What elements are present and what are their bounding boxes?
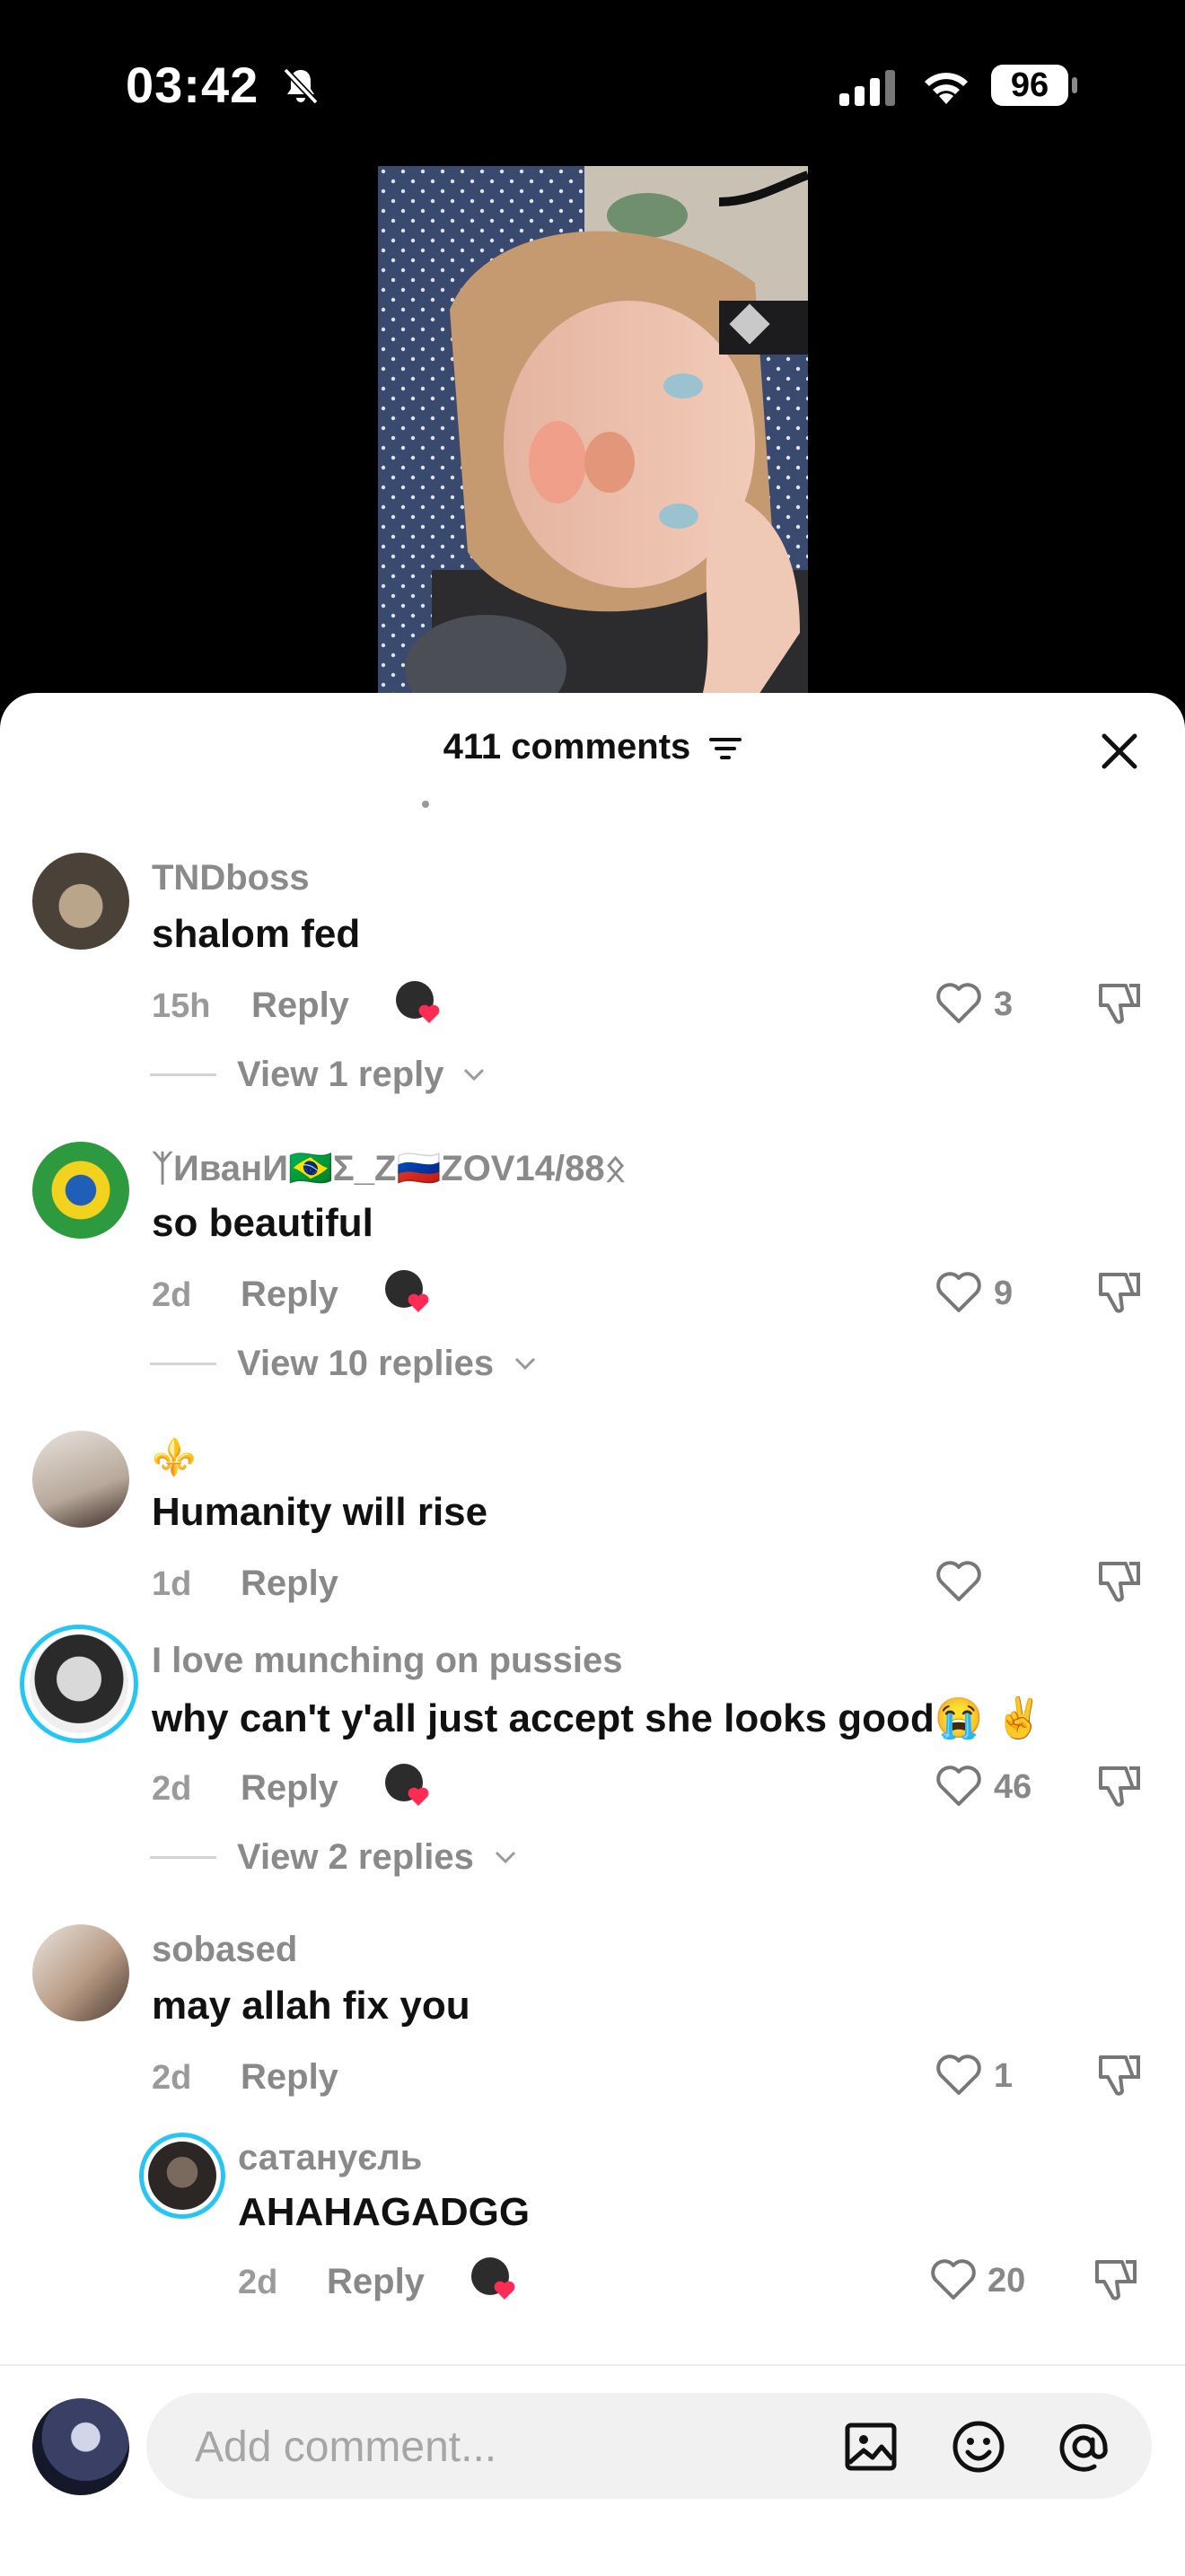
comment-text: may allah fix you	[152, 1984, 470, 2028]
comment-item: sobased may allah fix you 2d Reply 1	[0, 1924, 1185, 2131]
video-frame-image	[378, 166, 808, 700]
like-icon[interactable]	[934, 1763, 984, 1808]
comment-composer	[0, 2364, 1185, 2576]
like-count: 1	[994, 2057, 1014, 2095]
reply-button[interactable]: Reply	[241, 1275, 338, 1315]
avatar-with-story-ring[interactable]	[20, 1625, 138, 1743]
thumbs-down-icon[interactable]	[1093, 1267, 1144, 1318]
comment-item: ᛉИванИ🇧🇷Σ_Z🇷🇺ZOV14/88ᛟ so beautiful 2d R…	[0, 1142, 1185, 1438]
like-count: 9	[994, 1275, 1014, 1312]
like-icon[interactable]	[934, 2052, 984, 2097]
thumbs-down-icon[interactable]	[1093, 1761, 1144, 1811]
image-icon[interactable]	[842, 2418, 900, 2475]
reply-button[interactable]: Reply	[251, 986, 349, 1026]
video-preview[interactable]	[378, 166, 808, 700]
like-count: 46	[994, 1768, 1032, 1806]
view-replies-button[interactable]: View 1 reply	[237, 1055, 444, 1095]
chevron-down-icon	[514, 1357, 536, 1371]
bell-muted-icon	[283, 67, 319, 105]
comment-username[interactable]: ⚜️	[152, 1436, 197, 1478]
comment-username[interactable]: I love munching on pussies	[152, 1641, 623, 1681]
like-count: 3	[994, 986, 1014, 1023]
thumbs-down-icon[interactable]	[1093, 1556, 1144, 1607]
filter-icon[interactable]	[709, 736, 742, 761]
comment-text: so beautiful	[152, 1201, 373, 1245]
comment-time: 2d	[152, 1276, 192, 1314]
signal-icon	[839, 70, 897, 106]
comments-count[interactable]: 411 comments	[0, 727, 1185, 767]
avatar[interactable]	[32, 1924, 129, 2021]
reply-time: 2d	[238, 2264, 278, 2301]
comment-username[interactable]: TNDboss	[152, 858, 310, 898]
like-icon[interactable]	[934, 980, 984, 1025]
avatar[interactable]	[32, 1142, 129, 1239]
like-icon[interactable]	[928, 2256, 979, 2301]
comment-time: 2d	[152, 2059, 192, 2097]
like-count: 20	[988, 2262, 1026, 2300]
chevron-down-icon	[495, 1851, 516, 1864]
battery-level: 96	[991, 65, 1068, 106]
reply-username[interactable]: сатануєль	[238, 2138, 422, 2178]
thumbs-down-icon[interactable]	[1093, 978, 1144, 1029]
thumbs-down-icon[interactable]	[1093, 2050, 1144, 2100]
thumbs-down-icon[interactable]	[1090, 2255, 1140, 2305]
like-icon[interactable]	[934, 1269, 984, 1314]
wifi-icon	[925, 73, 968, 104]
status-bar: 03:42 96	[0, 0, 1185, 171]
view-replies-line	[150, 1362, 216, 1365]
close-icon[interactable]	[1097, 729, 1142, 774]
view-replies-button[interactable]: View 10 replies	[237, 1344, 494, 1384]
avatar[interactable]	[32, 853, 129, 950]
comments-sheet: 411 comments TNDboss shalom fed 15h Repl…	[0, 693, 1185, 2574]
comment-text: why can't y'all just accept she looks go…	[152, 1696, 1044, 1740]
avatar-with-story-ring[interactable]	[139, 2133, 225, 2219]
comment-item: TNDboss shalom fed 15h Reply 3 View 1 re…	[0, 853, 1185, 1149]
my-avatar[interactable]	[32, 2398, 129, 2495]
creator-liked-heart-icon	[385, 1764, 429, 1806]
comment-time: 1d	[152, 1565, 192, 1603]
battery-cap	[1072, 77, 1077, 93]
reply-button[interactable]: Reply	[241, 1768, 338, 1809]
comment-item: ⚜️ Humanity will rise 1d Reply	[0, 1431, 1185, 1637]
creator-liked-heart-icon	[396, 981, 440, 1023]
add-comment-field[interactable]	[146, 2393, 1152, 2501]
comments-count-label: 411 comments	[443, 727, 691, 767]
comment-item: I love munching on pussies why can't y'a…	[0, 1625, 1185, 1932]
reply-button[interactable]: Reply	[241, 1564, 338, 1604]
like-icon[interactable]	[934, 1558, 984, 1603]
scroll-dot	[422, 801, 429, 808]
reply-button[interactable]: Reply	[241, 2057, 338, 2098]
avatar[interactable]	[32, 1431, 129, 1528]
view-replies-line	[150, 1073, 216, 1076]
comment-text: shalom fed	[152, 912, 361, 956]
comment-time: 15h	[152, 987, 211, 1025]
status-time: 03:42	[126, 57, 259, 113]
emoji-icon[interactable]	[950, 2418, 1007, 2475]
comment-username[interactable]: sobased	[152, 1930, 297, 1970]
creator-liked-heart-icon	[471, 2257, 515, 2300]
creator-liked-heart-icon	[385, 1270, 429, 1312]
comment-time: 2d	[152, 1770, 192, 1808]
reply-button[interactable]: Reply	[327, 2262, 425, 2302]
reply-text: AHAHAGADGG	[238, 2190, 531, 2234]
comment-text: Humanity will rise	[152, 1490, 488, 1534]
comment-username[interactable]: ᛉИванИ🇧🇷Σ_Z🇷🇺ZOV14/88ᛟ	[152, 1147, 627, 1189]
add-comment-input[interactable]	[193, 2393, 879, 2501]
view-replies-button[interactable]: View 2 replies	[237, 1837, 474, 1878]
at-mention-icon[interactable]	[1055, 2418, 1112, 2475]
reply-item: сатануєль AHAHAGADGG 2d Reply 20	[0, 2133, 1185, 2346]
chevron-down-icon	[463, 1068, 485, 1082]
comments-header: 411 comments	[0, 693, 1185, 792]
view-replies-line	[150, 1856, 216, 1859]
